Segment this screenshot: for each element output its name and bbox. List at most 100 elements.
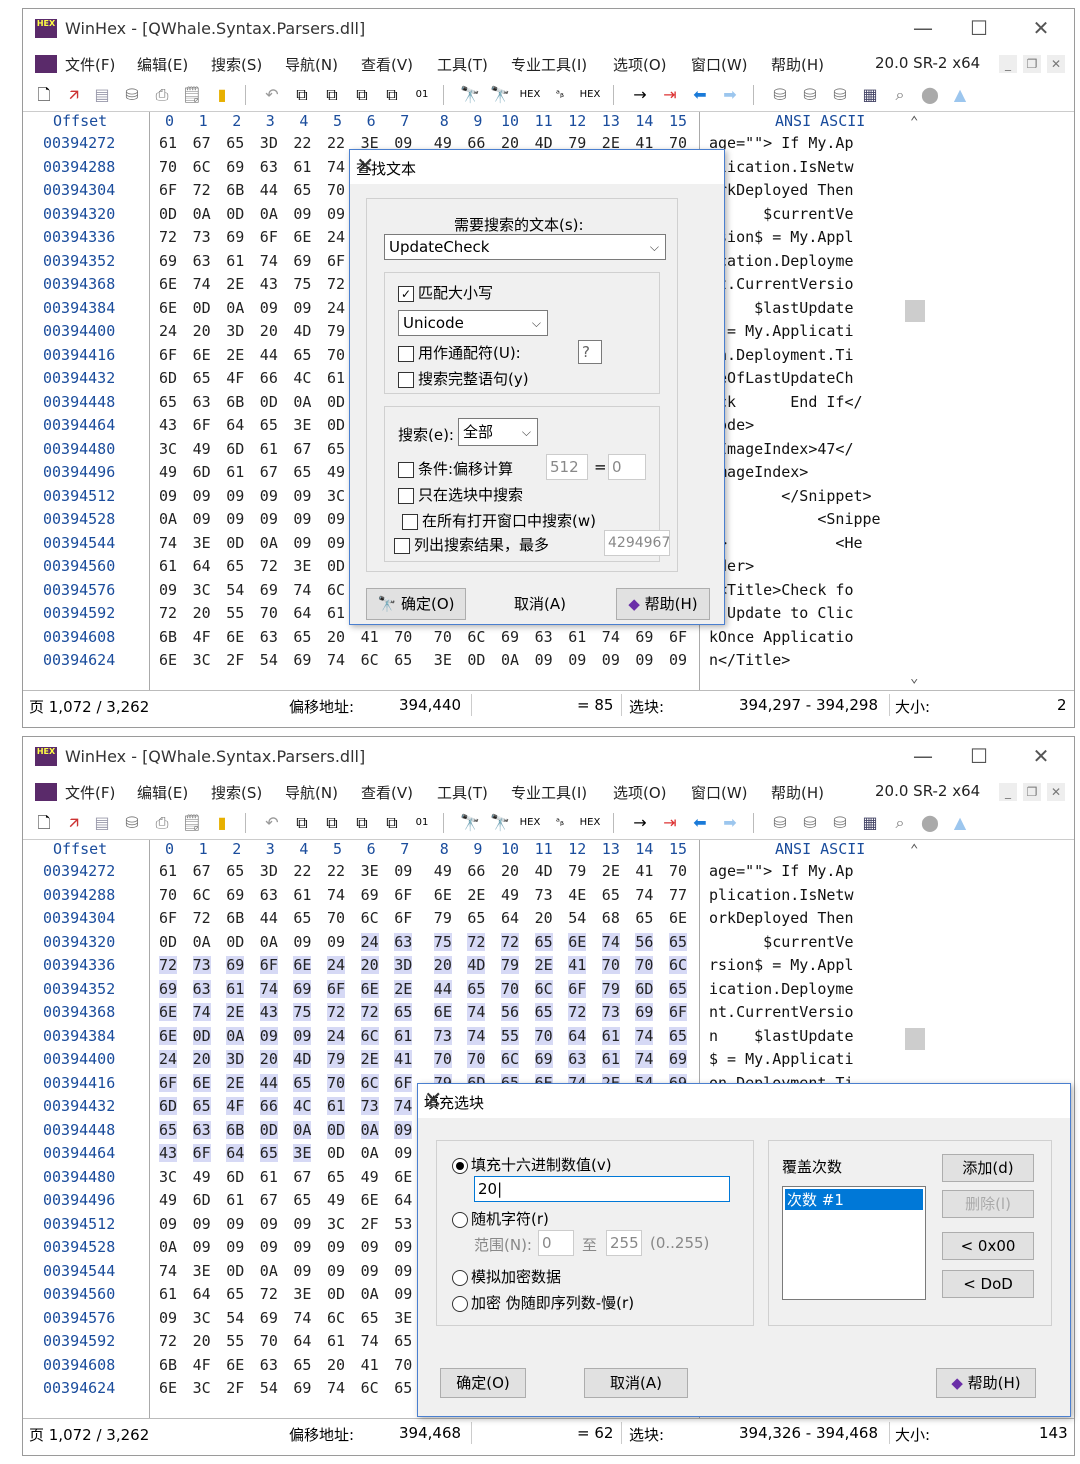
hex-byte[interactable]: 43 — [159, 1144, 178, 1162]
hex-byte[interactable]: 41 — [394, 1050, 413, 1068]
hex-byte[interactable]: 2E — [394, 979, 413, 998]
hex-byte[interactable]: 6C — [501, 1050, 520, 1068]
hex-byte[interactable]: 20 — [260, 322, 278, 340]
mdi-restore-button[interactable]: ❐ — [1023, 783, 1041, 801]
hex-byte[interactable]: 67 — [193, 862, 211, 880]
hex-byte[interactable]: 74 — [394, 1097, 413, 1115]
hex-byte[interactable]: 64 — [226, 416, 244, 434]
hex-row[interactable]: 00394400 24 20 3D 20 4D 79 2E 41 70 70 6C 69 63 61 74 69… — [23, 1050, 903, 1074]
hex-byte[interactable]: 69 — [159, 979, 178, 998]
hex-byte[interactable]: 65 — [669, 1026, 688, 1045]
ascii-text[interactable]: $ = My.Applicati — [709, 322, 854, 340]
hex-byte[interactable]: 09 — [327, 510, 345, 528]
ascii-text[interactable]: age=""> If My.Ap — [709, 862, 854, 880]
hex-byte[interactable]: 09 — [193, 1238, 211, 1256]
undo-icon[interactable]: ↶ — [261, 84, 283, 106]
hex-byte[interactable]: 74 — [327, 1379, 345, 1397]
maximize-button[interactable]: ☐ — [957, 13, 1001, 43]
only-block-checkbox[interactable]: 只在选块中搜索 — [398, 484, 523, 505]
hex-byte[interactable]: 69 — [635, 628, 653, 646]
radio-unselected[interactable] — [452, 1295, 468, 1312]
hex-byte[interactable]: 09 — [394, 862, 412, 880]
hex-byte[interactable]: 6C — [327, 1309, 345, 1327]
hex-byte[interactable]: 74 — [293, 1309, 311, 1327]
hex-byte[interactable]: 6B — [159, 1356, 177, 1374]
hex-byte[interactable]: 79 — [601, 979, 620, 998]
hex-byte[interactable]: 70 — [327, 346, 345, 364]
hex-byte[interactable]: 69 — [260, 581, 278, 599]
hex-byte[interactable]: 3D — [226, 1050, 245, 1068]
hex-byte[interactable]: 0A — [361, 1285, 379, 1303]
hex-byte[interactable]: 6D — [159, 369, 177, 387]
hex-byte[interactable]: 22 — [327, 134, 345, 152]
hex-byte[interactable]: 49 — [327, 1191, 345, 1209]
hex-byte[interactable]: 09 — [669, 651, 687, 669]
hex-byte[interactable]: 6F — [669, 1003, 688, 1021]
hex-byte[interactable]: 0A — [159, 1238, 177, 1256]
ascii-text[interactable]: n $lastUpdate — [709, 1027, 854, 1045]
hex-byte[interactable]: 6F — [159, 181, 177, 199]
undo-icon[interactable]: ↶ — [261, 812, 283, 834]
hex-byte[interactable]: 6F — [159, 909, 177, 927]
hex-byte[interactable]: 65 — [293, 1356, 311, 1374]
analyze-icon[interactable]: ▲ — [949, 812, 971, 834]
dialog-close-icon[interactable]: ✕ — [356, 154, 714, 179]
hex-byte[interactable]: 64 — [193, 1285, 211, 1303]
hex-byte[interactable]: 65 — [192, 1097, 211, 1115]
hex-byte[interactable]: 0D — [327, 1144, 345, 1162]
hash-icon[interactable]: ⬤ — [919, 812, 941, 834]
hex-byte[interactable]: 3E — [394, 1309, 412, 1327]
ascii-text[interactable]: rsion$ = My.Appl — [709, 228, 854, 246]
hex-byte[interactable]: 4F — [226, 1097, 245, 1115]
hex-byte[interactable]: 3E — [293, 1144, 312, 1162]
hex-byte[interactable]: 61 — [226, 979, 245, 998]
menu-window[interactable]: 窗口(W) — [691, 54, 748, 75]
hex-byte[interactable]: 0D — [327, 557, 345, 575]
hex-byte[interactable]: 6F — [568, 979, 587, 998]
hex-byte[interactable]: 09 — [394, 1238, 412, 1256]
hex-byte[interactable]: 65 — [327, 440, 345, 458]
ascii-text[interactable]: kOnce Applicatio — [709, 628, 854, 646]
hex-byte[interactable]: 3E — [293, 1285, 311, 1303]
ascii-text[interactable]: eck End If</ — [709, 393, 863, 411]
hex-byte[interactable]: 20 — [259, 1050, 278, 1068]
hex-byte[interactable]: 49 — [159, 1191, 177, 1209]
hex-byte[interactable]: 54 — [226, 581, 244, 599]
open-disk-icon[interactable]: ⛁ — [121, 812, 143, 834]
export-icon[interactable]: ▮ — [211, 84, 233, 106]
hex-byte[interactable]: 20 — [193, 604, 211, 622]
hex-byte[interactable]: 0D — [159, 205, 177, 223]
hex-byte[interactable]: 09 — [293, 1262, 311, 1280]
find-hex-icon[interactable]: HEX — [519, 812, 541, 834]
hex-byte[interactable]: 65 — [669, 979, 688, 998]
hex-byte[interactable]: 72 — [193, 181, 211, 199]
fill-hex-radio[interactable]: 填充十六进制数值(v) — [452, 1154, 612, 1175]
menu-file[interactable]: 文件(F) — [65, 54, 115, 75]
hex-byte[interactable]: 09 — [394, 1120, 413, 1139]
hex-byte[interactable]: 6E — [159, 1379, 177, 1397]
ascii-text[interactable]: r Update to Clic — [709, 604, 854, 622]
hex-row[interactable]: 00394608 6B 4F 6E 63 65 20 41 70 70 6C 69 63 61 74 69 6F… — [23, 628, 903, 652]
hex-byte[interactable]: 0D — [159, 933, 177, 951]
hex-byte[interactable]: 6C — [193, 158, 211, 176]
ascii-text[interactable]: $currentVe — [709, 205, 853, 223]
chevron-down-icon[interactable]: ⌵ — [650, 235, 659, 259]
hex-byte[interactable]: 09 — [159, 487, 177, 505]
hex-byte[interactable]: 64 — [193, 557, 211, 575]
hex-byte[interactable]: 6C — [534, 979, 553, 998]
back-icon[interactable]: ⬅ — [689, 812, 711, 834]
hex-byte[interactable]: 09 — [394, 1262, 412, 1280]
hex-byte[interactable]: 75 — [293, 275, 311, 293]
fill-block-icon[interactable]: ⧉ — [381, 84, 403, 106]
hex-byte[interactable]: 09 — [293, 299, 311, 317]
hex-byte[interactable]: 65 — [602, 886, 620, 904]
hex-byte[interactable]: 65 — [467, 909, 485, 927]
hex-byte[interactable]: 09 — [260, 487, 278, 505]
hex-byte[interactable]: 0D — [226, 1262, 244, 1280]
hex-byte[interactable]: 63 — [260, 628, 278, 646]
hex-byte[interactable]: 20 — [192, 1050, 211, 1068]
list-results-checkbox[interactable]: 列出搜索结果，最多 — [394, 534, 549, 555]
hex-byte[interactable]: 6E — [226, 628, 244, 646]
hex-byte[interactable]: 70 — [534, 1026, 553, 1045]
hex-byte[interactable]: 09 — [159, 581, 177, 599]
